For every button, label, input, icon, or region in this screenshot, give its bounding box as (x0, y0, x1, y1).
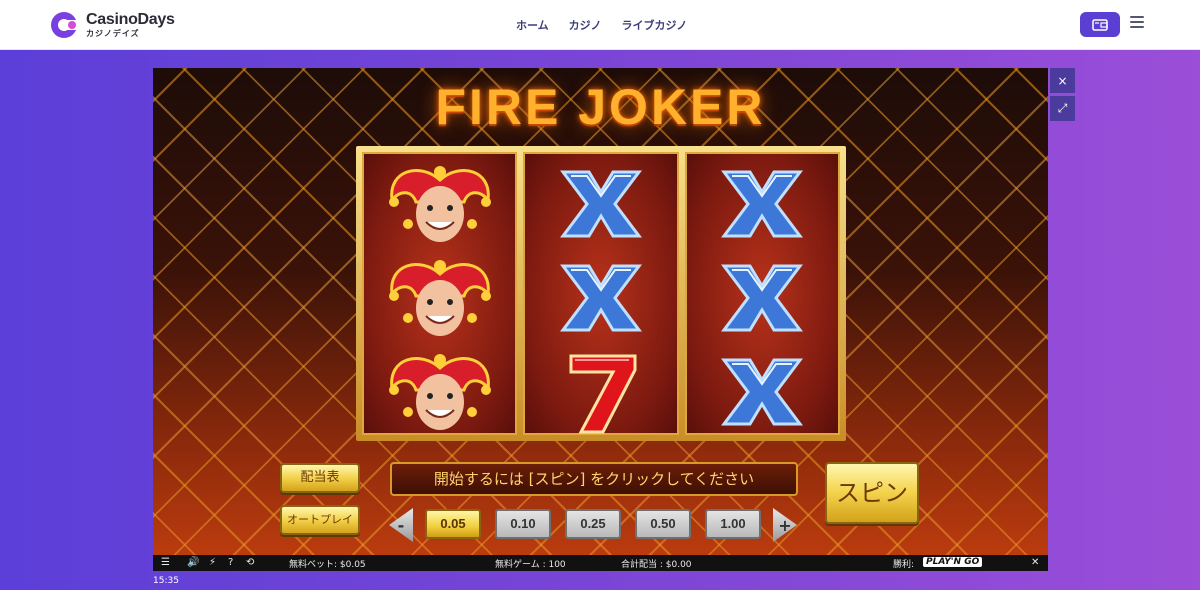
logo-name: CasinoDays (86, 11, 175, 28)
paytable-button[interactable]: 配当表 (280, 463, 360, 493)
nav-casino[interactable]: カジノ (569, 17, 602, 33)
menu-icon[interactable]: ☰ (161, 557, 170, 568)
x-symbol (541, 160, 661, 248)
bet-increase-button[interactable]: + (773, 508, 797, 542)
nav-live-casino[interactable]: ライブカジノ (621, 17, 687, 33)
x-symbol (702, 160, 822, 248)
win-label: 勝利: (893, 560, 915, 570)
plus-icon: + (778, 515, 792, 535)
sound-icon[interactable]: 🔊 (187, 557, 199, 568)
joker-symbol (380, 348, 500, 436)
game-frame: FIRE JOKER 配当表 オートプレイ 開始するには [スピン] をクリック… (153, 68, 1048, 571)
nav-home[interactable]: ホーム (516, 17, 549, 33)
main-nav: ホーム カジノ ライブカジノ (516, 17, 707, 33)
bet-option-0.05[interactable]: 0.05 (425, 509, 481, 539)
seven-symbol (541, 348, 661, 436)
x-symbol (541, 254, 661, 342)
free-games-count: 無料ゲーム : 100 (495, 560, 566, 570)
x-symbol (702, 348, 822, 436)
autoplay-button[interactable]: オートプレイ (280, 505, 360, 535)
reels-frame (356, 146, 846, 441)
reel-3 (684, 152, 840, 436)
reel-2 (523, 152, 679, 436)
game-status-bar: ☰ 🔊 ⚡ ? ⟲ 無料ベット: $0.05 無料ゲーム : 100 合計配当 … (153, 555, 1048, 571)
close-game-button[interactable]: × (1050, 68, 1075, 93)
spin-button[interactable]: スピン (825, 462, 919, 524)
lightning-icon[interactable]: ⚡ (209, 557, 216, 568)
bet-option-0.10[interactable]: 0.10 (495, 509, 551, 539)
history-icon[interactable]: ⟲ (246, 557, 254, 568)
playngo-logo: PLAY'N GO (923, 557, 983, 567)
close-icon[interactable]: ✕ (1031, 557, 1039, 568)
logo-subtitle: カジノデイズ (86, 29, 140, 38)
logo-text: CasinoDays カジノデイズ (86, 12, 175, 38)
game-title: FIRE JOKER (435, 79, 766, 135)
logo-mark-icon (50, 11, 80, 39)
bet-decrease-button[interactable]: - (389, 508, 413, 542)
wallet-button[interactable] (1080, 12, 1120, 37)
wallet-icon (1092, 18, 1108, 31)
minus-icon: - (397, 515, 405, 535)
joker-symbol (380, 254, 500, 342)
x-symbol (702, 254, 822, 342)
reels (362, 152, 840, 435)
bet-amount: 無料ベット: $0.05 (289, 560, 366, 570)
total-payout: 合計配当 : $0.00 (621, 560, 692, 570)
help-icon[interactable]: ? (228, 557, 233, 568)
reel-1 (362, 152, 518, 436)
fullscreen-icon[interactable]: ⤢ (1050, 96, 1075, 121)
game-message: 開始するには [スピン] をクリックしてください (390, 462, 798, 496)
casino-days-logo[interactable]: CasinoDays カジノデイズ (50, 11, 175, 39)
bet-option-1.00[interactable]: 1.00 (705, 509, 761, 539)
hamburger-menu-icon[interactable] (1130, 16, 1144, 30)
joker-symbol (380, 160, 500, 248)
clock: 15:35 (153, 576, 179, 586)
bet-option-0.25[interactable]: 0.25 (565, 509, 621, 539)
bet-option-0.50[interactable]: 0.50 (635, 509, 691, 539)
site-header: CasinoDays カジノデイズ ホーム カジノ ライブカジノ (0, 0, 1200, 50)
